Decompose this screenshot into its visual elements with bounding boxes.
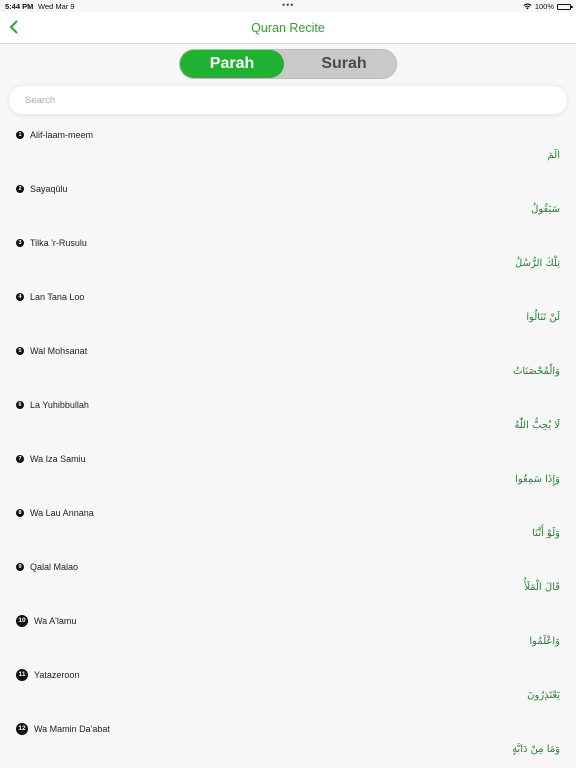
list-item[interactable]: 12 Wa Mamin Da'abat وَمَا مِنْ دَابَّةٍ bbox=[0, 714, 576, 768]
parah-name: Wa Mamin Da'abat bbox=[34, 724, 110, 734]
parah-name: Qalal Malao bbox=[30, 562, 79, 572]
list-item[interactable]: 8 Wa Lau Annana وَلَوْ أَنَّنَا bbox=[0, 498, 576, 552]
parah-number-badge: 1 bbox=[16, 131, 24, 139]
list-item[interactable]: 7 Wa Iza Samiu وَإِذَا سَمِعُوا bbox=[0, 444, 576, 498]
list-item[interactable]: 9 Qalal Malao قَالَ الْمَلَأُ bbox=[0, 552, 576, 606]
parah-arabic-name: وَلَوْ أَنَّنَا bbox=[532, 528, 560, 539]
parah-arabic-name: لَا يُحِبُّ اللّٰهُ bbox=[514, 420, 560, 431]
parah-arabic-name: يَعْتَذِرُونَ bbox=[527, 690, 560, 701]
parah-number-badge: 9 bbox=[16, 563, 24, 571]
parah-name: Wa A'lamu bbox=[34, 616, 77, 626]
parah-number-badge: 3 bbox=[16, 239, 24, 247]
list-item[interactable]: 2 Sayaqûlu سَيَقُولُ bbox=[0, 174, 576, 228]
list-item[interactable]: 4 Lan Tana Loo لَنْ تَنَالُوا bbox=[0, 282, 576, 336]
parah-name: Lan Tana Loo bbox=[30, 292, 85, 302]
parah-arabic-name: الٓمٓ bbox=[547, 150, 560, 161]
parah-name: Wa Iza Samiu bbox=[30, 454, 86, 464]
list-item[interactable]: 11 Yatazeroon يَعْتَذِرُونَ bbox=[0, 660, 576, 714]
search-bar bbox=[8, 85, 568, 115]
page-title: Quran Recite bbox=[251, 21, 325, 35]
parah-name: La Yuhibbullah bbox=[30, 400, 89, 410]
parah-number-badge: 7 bbox=[16, 455, 24, 463]
parah-arabic-name: لَنْ تَنَالُوا bbox=[526, 312, 560, 323]
status-bar: 5:44 PM Wed Mar 9 ••• 100% bbox=[0, 0, 576, 12]
battery-percent: 100% bbox=[534, 2, 554, 11]
parah-arabic-name: وَالْمُحْصَنَاتُ bbox=[512, 366, 560, 377]
list-item[interactable]: 3 Tilka 'r-Rusulu تِلْكَ الرُّسُلُ bbox=[0, 228, 576, 282]
status-date: Wed Mar 9 bbox=[38, 2, 75, 11]
parah-arabic-name: وَمَا مِنْ دَابَّةٍ bbox=[512, 744, 560, 755]
parah-number-badge: 4 bbox=[16, 293, 24, 301]
parah-list: 1 Alif-laam-meem الٓمٓ 2 Sayaqûlu سَيَقُ… bbox=[0, 120, 576, 768]
parah-arabic-name: تِلْكَ الرُّسُلُ bbox=[515, 258, 560, 269]
list-item[interactable]: 10 Wa A'lamu وَاعْلَمُوا bbox=[0, 606, 576, 660]
status-right: 100% bbox=[523, 2, 573, 11]
parah-number-badge: 6 bbox=[16, 401, 24, 409]
wifi-icon bbox=[523, 3, 532, 10]
list-item[interactable]: 6 La Yuhibbullah لَا يُحِبُّ اللّٰهُ bbox=[0, 390, 576, 444]
parah-number-badge: 10 bbox=[16, 615, 28, 627]
segment-surah[interactable]: Surah bbox=[292, 50, 396, 78]
parah-name: Wa Lau Annana bbox=[30, 508, 94, 518]
parah-number-badge: 8 bbox=[16, 509, 24, 517]
parah-name: Alif-laam-meem bbox=[30, 130, 94, 140]
parah-arabic-name: سَيَقُولُ bbox=[531, 204, 560, 215]
parah-number-badge: 5 bbox=[16, 347, 24, 355]
parah-name: Yatazeroon bbox=[34, 670, 80, 680]
battery-icon bbox=[557, 3, 573, 10]
multitasking-dots-icon[interactable]: ••• bbox=[282, 0, 294, 10]
search-input[interactable] bbox=[9, 86, 567, 114]
parah-arabic-name: وَإِذَا سَمِعُوا bbox=[515, 474, 560, 485]
navigation-bar: Quran Recite bbox=[0, 12, 576, 44]
list-item[interactable]: 5 Wal Mohsanat وَالْمُحْصَنَاتُ bbox=[0, 336, 576, 390]
parah-name: Tilka 'r-Rusulu bbox=[30, 238, 87, 248]
parah-surah-segmented-control: Parah Surah bbox=[179, 49, 397, 79]
parah-arabic-name: قَالَ الْمَلَأُ bbox=[524, 582, 560, 593]
parah-number-badge: 11 bbox=[16, 669, 28, 681]
parah-name: Wal Mohsanat bbox=[30, 346, 88, 356]
segment-parah[interactable]: Parah bbox=[180, 50, 284, 78]
parah-name: Sayaqûlu bbox=[30, 184, 68, 194]
status-time: 5:44 PM bbox=[5, 2, 34, 11]
parah-arabic-name: وَاعْلَمُوا bbox=[529, 636, 560, 647]
parah-number-badge: 2 bbox=[16, 185, 24, 193]
list-item[interactable]: 1 Alif-laam-meem الٓمٓ bbox=[0, 120, 576, 174]
parah-number-badge: 12 bbox=[16, 723, 28, 735]
